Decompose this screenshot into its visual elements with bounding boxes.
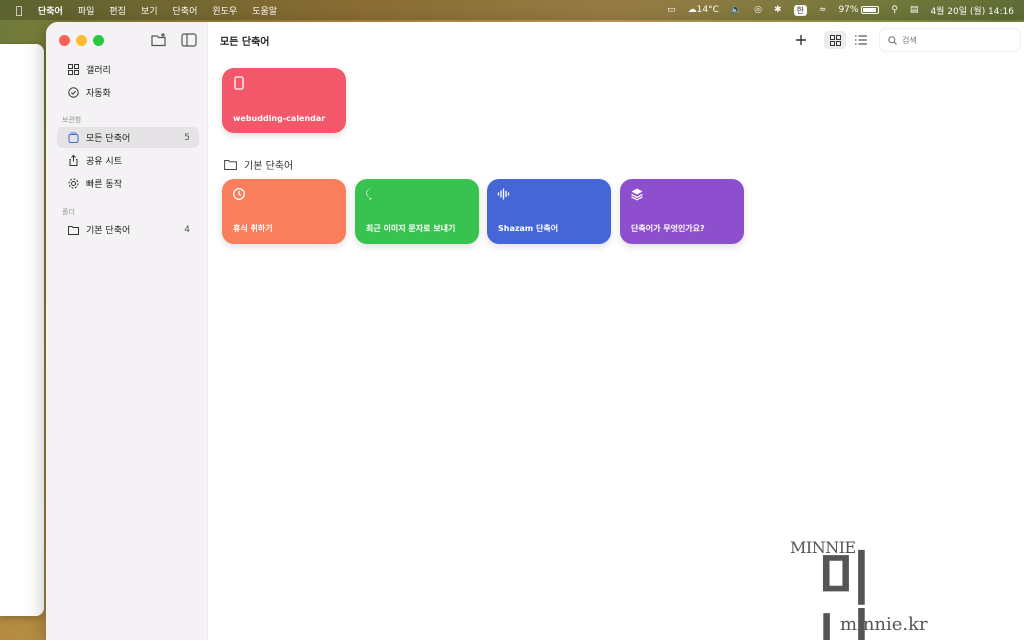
spotlight-icon[interactable]: ⚲ [891, 5, 898, 15]
gear-icon [66, 177, 80, 191]
folder-icon [224, 160, 237, 170]
search-icon [888, 35, 897, 45]
sidebar-toggle-icon[interactable] [180, 32, 198, 48]
folders-section-header: 폴더 [62, 208, 75, 216]
new-folder-icon[interactable] [150, 32, 168, 48]
vpn-icon[interactable]: ◎ [754, 5, 762, 15]
shortcut-card-take-break[interactable]: 휴식 취하기 [222, 179, 346, 244]
shortcut-card-label: Shazam 단축어 [498, 224, 559, 233]
sidebar-item-label: 빠른 동작 [86, 180, 122, 190]
battery-percent: 97% [838, 5, 859, 15]
menu-bar:  단축어 파일 편집 보기 단축어 윈도우 도움말 ▭ ☁14°C 🔈 ◎ ✱… [0, 0, 1024, 20]
shortcuts-window: 갤러리 자동화 보관함 모든 단축어 5 공유 시트 빠른 동작 폴더 기본 단… [46, 22, 1024, 640]
search-input[interactable] [902, 35, 1002, 45]
shortcut-card-send-recent-image[interactable]: 최근 이미지 문자로 보내기 [355, 179, 479, 244]
weather-temp: 14°C [696, 5, 719, 15]
library-section-header: 보관함 [62, 116, 82, 124]
battery-icon [861, 5, 880, 14]
layers-icon [631, 188, 643, 201]
share-icon [66, 154, 80, 168]
sidebar-item-share-sheet[interactable]: 공유 시트 [57, 150, 199, 171]
sidebar-item-basic-shortcuts[interactable]: 기본 단축어 4 [57, 219, 199, 240]
battery-status[interactable]: 97% [838, 5, 880, 15]
maximize-button[interactable] [93, 35, 104, 46]
watermark: MINNIE 미니 minnie.kr [790, 538, 928, 640]
menu-window[interactable]: 윈도우 [212, 4, 237, 17]
menu-app-name[interactable]: 단축어 [38, 4, 63, 17]
minimize-button[interactable] [76, 35, 87, 46]
timer-icon [233, 188, 245, 200]
close-button[interactable] [59, 35, 70, 46]
list-icon [855, 35, 867, 45]
menu-shortcuts[interactable]: 단축어 [173, 4, 198, 17]
volume-icon[interactable]: 🔈 [731, 5, 742, 15]
list-view-button[interactable] [850, 31, 872, 49]
sidebar-item-label: 모든 단축어 [86, 134, 131, 144]
watermark-url: minnie.kr [840, 614, 928, 635]
sidebar-item-quick-actions[interactable]: 빠른 동작 [57, 173, 199, 194]
weather-widget[interactable]: ☁14°C [688, 5, 719, 15]
window-controls [59, 35, 104, 46]
shortcut-card-what-are-shortcuts[interactable]: 단축어가 무엇인가요? [620, 179, 744, 244]
sidebar-item-label: 갤러리 [86, 66, 111, 76]
clock[interactable]: 4월 20일 (월) 14:16 [930, 4, 1014, 17]
folder-section-title: 기본 단축어 [244, 161, 294, 172]
grid-icon [66, 63, 80, 77]
menu-edit[interactable]: 편집 [109, 4, 126, 17]
sidebar-item-all-shortcuts[interactable]: 모든 단축어 5 [57, 127, 199, 148]
display-icon[interactable]: ▭ [667, 5, 676, 15]
bluetooth-icon[interactable]: ✱ [774, 5, 782, 15]
folder-section-header: 기본 단축어 [224, 157, 293, 172]
clock-check-icon [66, 86, 80, 100]
background-window[interactable] [0, 44, 44, 616]
input-method[interactable]: 한 [793, 4, 807, 16]
stack-icon [66, 131, 80, 145]
sidebar-item-label: 공유 시트 [86, 157, 122, 167]
sidebar-item-gallery[interactable]: 갤러리 [57, 59, 199, 80]
sidebar-item-label: 기본 단축어 [86, 226, 131, 236]
sidebar-item-automation[interactable]: 자동화 [57, 82, 199, 103]
menu-view[interactable]: 보기 [141, 4, 158, 17]
folder-icon [66, 223, 80, 237]
sidebar-item-count: 5 [184, 132, 190, 143]
waveform-icon [497, 188, 510, 200]
phone-icon [234, 76, 244, 90]
page-title: 모든 단축어 [220, 37, 270, 48]
shortcut-card-label: 단축어가 무엇인가요? [631, 224, 705, 233]
sidebar: 갤러리 자동화 보관함 모든 단축어 5 공유 시트 빠른 동작 폴더 기본 단… [46, 22, 208, 640]
shortcut-card-label: 최근 이미지 문자로 보내기 [366, 224, 456, 233]
grid-view-button[interactable] [824, 31, 846, 49]
shortcut-card-shazam[interactable]: Shazam 단축어 [487, 179, 611, 244]
sidebar-item-label: 자동화 [86, 89, 111, 99]
shortcut-card-webudding-calendar[interactable]: webudding-calendar [222, 68, 346, 133]
plus-icon [796, 35, 806, 45]
shortcut-card-label: webudding-calendar [233, 114, 326, 123]
search-field[interactable] [880, 29, 1020, 51]
control-center-icon[interactable]: ▤ [910, 5, 919, 15]
menu-help[interactable]: 도움말 [252, 4, 277, 17]
menu-bar-status: ▭ ☁14°C 🔈 ◎ ✱ 한 ≈ 97% ⚲ ▤ 4월 20일 (월) 14:… [667, 0, 1014, 20]
shortcut-card-label: 휴식 취하기 [233, 224, 273, 233]
menu-file[interactable]: 파일 [78, 4, 95, 17]
message-plus-icon [366, 188, 375, 201]
add-shortcut-button[interactable] [792, 31, 810, 49]
grid-icon [829, 34, 841, 46]
sidebar-item-count: 4 [184, 224, 190, 235]
apple-icon[interactable]:  [8, 4, 30, 17]
wifi-icon[interactable]: ≈ [819, 5, 827, 15]
cloud-icon: ☁ [687, 5, 697, 15]
